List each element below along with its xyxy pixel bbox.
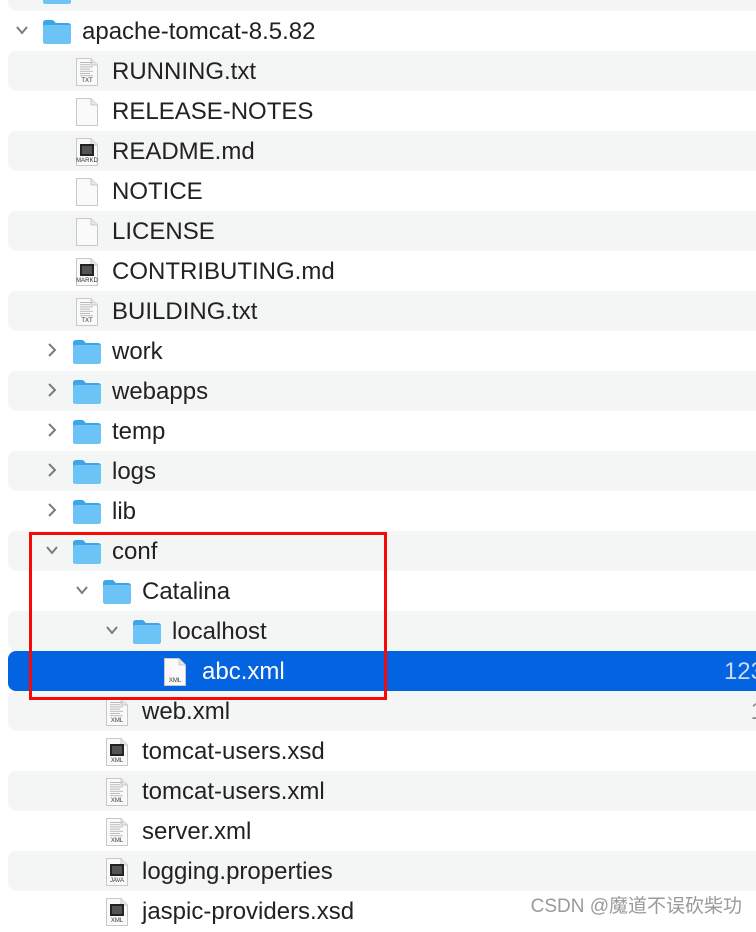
file-row[interactable]: XML tomcat-users.xml (0, 771, 756, 811)
file-row[interactable]: TXT BUILDING.txt (0, 291, 756, 331)
item-name: CONTRIBUTING.md (112, 258, 335, 285)
item-name: BUILDING.txt (112, 298, 258, 325)
folder-row[interactable]: localhost (0, 611, 756, 651)
folder-row[interactable]: logs (0, 451, 756, 491)
file-type-badge: TXT (81, 78, 93, 84)
item-name: NOTICE (112, 178, 203, 205)
item-name: README.md (112, 138, 255, 165)
chevron-right-icon[interactable] (45, 383, 59, 397)
file-icon (75, 97, 99, 127)
item-name: lib (112, 498, 137, 525)
file-icon: XML (105, 777, 129, 807)
file-type-badge: XML (110, 838, 124, 844)
file-row[interactable]: XML web.xml 1 (0, 691, 756, 731)
folder-row[interactable]: apache-tomcat-8.5.82 (0, 11, 756, 51)
chevron-right-icon[interactable] (45, 463, 59, 477)
folder-row[interactable]: conf (0, 531, 756, 571)
item-size: 1 (751, 698, 756, 726)
file-type-badge: XML (110, 758, 124, 764)
file-icon: MARKD (75, 137, 99, 167)
chevron-down-icon[interactable] (15, 23, 29, 37)
folder-icon (72, 459, 102, 485)
file-type-badge: XML (110, 718, 124, 724)
file-icon: TXT (75, 57, 99, 87)
row-background (8, 611, 756, 651)
item-name: jaspic-providers.xsd (142, 898, 355, 925)
item-name: work (112, 338, 163, 365)
file-type-badge: XML (110, 798, 124, 804)
file-icon: MARKD (75, 257, 99, 287)
folder-icon (72, 539, 102, 565)
file-row[interactable]: NOTICE (0, 171, 756, 211)
file-type-badge: MARKD (76, 278, 98, 284)
folder-row[interactable]: lib (0, 491, 756, 531)
chevron-down-icon[interactable] (45, 543, 59, 557)
file-type-badge: MARKD (76, 158, 98, 164)
chevron-down-icon[interactable] (105, 623, 119, 637)
folder-icon (42, 19, 72, 45)
file-icon: XML (105, 897, 129, 927)
item-name: abc.xml (202, 658, 285, 685)
folder-row[interactable]: webapps (0, 371, 756, 411)
file-row[interactable]: JAVA logging.properties (0, 851, 756, 891)
item-name: webapps (112, 378, 209, 405)
file-row[interactable]: LICENSE (0, 211, 756, 251)
file-row[interactable]: XML abc.xml 123 (0, 651, 756, 691)
file-row[interactable]: RELEASE-NOTES (0, 91, 756, 131)
folder-icon (102, 579, 132, 605)
row-background (8, 0, 756, 11)
watermark: CSDN @魔道不误砍柴功 (530, 896, 742, 917)
file-row[interactable]: XML tomcat-users.xsd (0, 731, 756, 771)
file-tree: apache-tomcat-8.5.82 TXT RUNNING.txt RELEAS… (0, 0, 756, 931)
chevron-right-icon[interactable] (45, 503, 59, 517)
file-type-badge: XML (168, 678, 182, 684)
file-row[interactable]: MARKD CONTRIBUTING.md (0, 251, 756, 291)
file-row[interactable]: XML server.xml (0, 811, 756, 851)
folder-row[interactable]: work (0, 331, 756, 371)
file-type-badge: XML (110, 918, 124, 924)
item-name: tomcat-users.xsd (142, 738, 325, 765)
item-name: localhost (172, 618, 267, 645)
chevron-down-icon[interactable] (75, 583, 89, 597)
item-name: logging.properties (142, 858, 333, 885)
folder-icon (72, 339, 102, 365)
item-name: temp (112, 418, 166, 445)
item-name: LICENSE (112, 218, 215, 245)
file-row[interactable]: TXT RUNNING.txt (0, 51, 756, 91)
item-name: tomcat-users.xml (142, 778, 325, 805)
file-icon: JAVA (105, 857, 129, 887)
folder-row[interactable]: Catalina (0, 571, 756, 611)
chevron-right-icon[interactable] (45, 343, 59, 357)
file-icon (75, 177, 99, 207)
folder-icon (72, 379, 102, 405)
folder-row[interactable]: temp (0, 411, 756, 451)
folder-icon (72, 419, 102, 445)
file-row[interactable]: MARKD README.md (0, 131, 756, 171)
item-name: server.xml (142, 818, 252, 845)
item-name: conf (112, 538, 158, 565)
file-icon: XML (105, 737, 129, 767)
item-name: RUNNING.txt (112, 58, 256, 85)
chevron-right-icon[interactable] (45, 423, 59, 437)
file-type-badge: JAVA (109, 878, 125, 884)
file-type-badge: TXT (81, 318, 93, 324)
folder-icon (132, 619, 162, 645)
item-name: RELEASE-NOTES (112, 98, 314, 125)
file-icon: XML (105, 697, 129, 727)
file-icon: XML (163, 657, 187, 687)
file-icon (75, 217, 99, 247)
folder-icon (72, 499, 102, 525)
item-size: 123 (723, 658, 756, 685)
folder-row[interactable] (0, 0, 756, 11)
item-name: Catalina (142, 578, 231, 605)
file-icon: TXT (75, 297, 99, 327)
folder-icon (42, 0, 72, 5)
item-name: apache-tomcat-8.5.82 (82, 18, 316, 45)
row-background (8, 651, 756, 691)
file-icon: XML (105, 817, 129, 847)
item-name: web.xml (142, 698, 231, 725)
item-name: logs (112, 458, 157, 485)
